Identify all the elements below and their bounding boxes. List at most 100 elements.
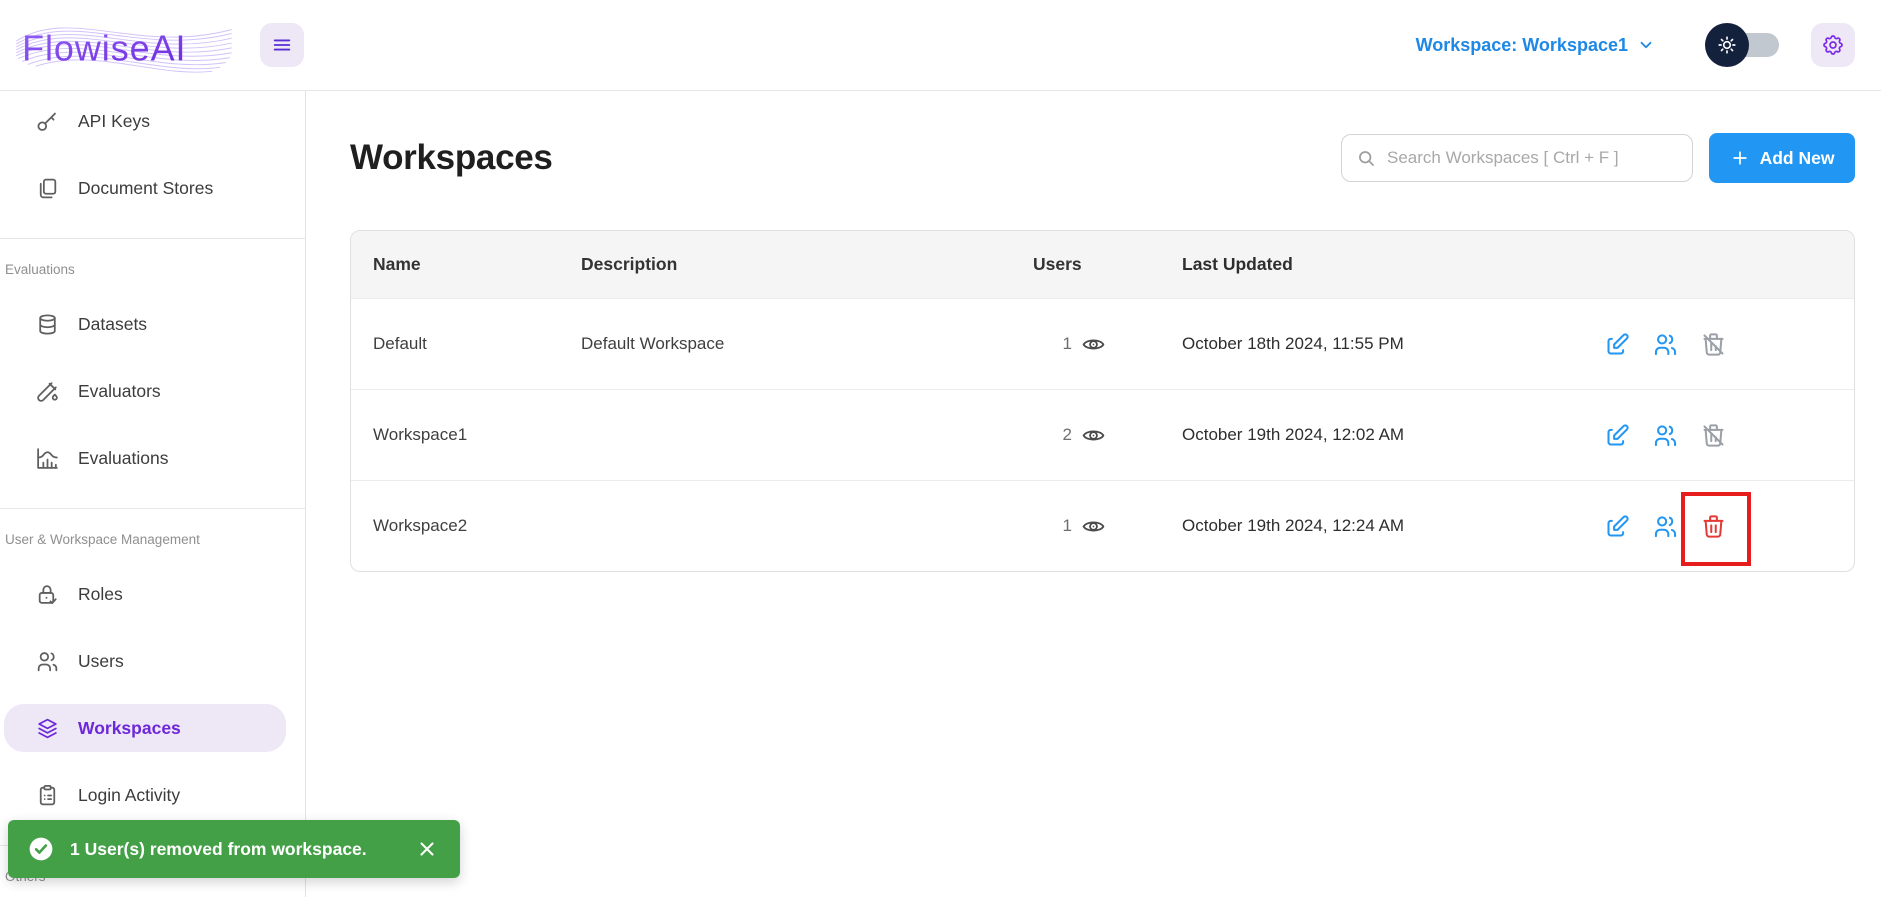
sidebar-item-login-activity[interactable]: Login Activity — [4, 771, 286, 819]
toast-close-button[interactable] — [416, 838, 438, 860]
delete-workspace-button-disabled — [1700, 331, 1727, 358]
table-row: Workspace2 1 October 19th 2024, 12:24 AM — [351, 480, 1854, 571]
cell-last-updated: October 19th 2024, 12:02 AM — [1106, 425, 1556, 445]
column-header-description: Description — [581, 254, 1033, 275]
hamburger-icon — [271, 34, 293, 56]
delete-workspace-button-highlighted[interactable] — [1700, 513, 1727, 540]
eye-icon — [1081, 514, 1106, 539]
delete-workspace-button-disabled — [1700, 422, 1727, 449]
view-users-button[interactable] — [1081, 423, 1106, 448]
chevron-down-icon — [1637, 36, 1655, 54]
manage-users-button[interactable] — [1652, 331, 1679, 358]
main-content: Workspaces Add New Name D — [306, 91, 1881, 897]
users-icon — [1652, 422, 1679, 449]
manage-users-button[interactable] — [1652, 513, 1679, 540]
success-toast: 1 User(s) removed from workspace. — [8, 820, 460, 878]
sidebar-item-label: Workspaces — [78, 718, 181, 739]
column-header-name: Name — [351, 254, 581, 275]
users-icon — [1652, 513, 1679, 540]
sidebar-item-label: Evaluators — [78, 381, 161, 402]
eye-icon — [1081, 423, 1106, 448]
add-new-button[interactable]: Add New — [1709, 133, 1855, 183]
sidebar-section-evaluations: Evaluations — [5, 262, 305, 277]
sidebar-item-label: Document Stores — [78, 178, 213, 199]
edit-workspace-button[interactable] — [1604, 331, 1631, 358]
sidebar-item-evaluations[interactable]: Evaluations — [4, 434, 286, 482]
key-icon — [35, 109, 60, 134]
check-circle-icon — [28, 836, 54, 862]
sidebar-divider — [0, 508, 305, 509]
sidebar-item-label: Login Activity — [78, 785, 180, 806]
plus-icon — [1730, 148, 1750, 168]
search-icon — [1356, 148, 1377, 169]
table-row: Workspace1 2 October 19th 2024, 12:02 AM — [351, 389, 1854, 480]
table-row: Default Default Workspace 1 October 18th… — [351, 298, 1854, 389]
view-users-button[interactable] — [1081, 332, 1106, 357]
cell-last-updated: October 18th 2024, 11:55 PM — [1106, 334, 1556, 354]
cell-name: Default — [351, 334, 581, 354]
workspace-selector-label: Workspace: Workspace1 — [1416, 35, 1628, 56]
trash-off-icon — [1700, 422, 1727, 449]
column-header-users: Users — [1033, 254, 1106, 275]
sidebar-item-label: Datasets — [78, 314, 147, 335]
workspaces-table: Name Description Users Last Updated Defa… — [350, 230, 1855, 572]
cell-last-updated: October 19th 2024, 12:24 AM — [1106, 516, 1556, 536]
sidebar-item-roles[interactable]: Roles — [4, 570, 286, 618]
toggle-thumb — [1705, 23, 1749, 67]
sidebar-toggle-button[interactable] — [260, 23, 304, 67]
top-app-bar: FlowiseAI Workspace: Workspace1 — [0, 0, 1881, 91]
lock-check-icon — [35, 582, 60, 607]
sidebar-item-label: Roles — [78, 584, 123, 605]
sidebar-nav: API Keys Document Stores Evaluations Dat… — [0, 91, 306, 897]
cell-description: Default Workspace — [581, 334, 1033, 354]
clipboard-icon — [35, 783, 60, 808]
edit-icon — [1604, 331, 1631, 358]
trash-off-icon — [1700, 331, 1727, 358]
eye-icon — [1081, 332, 1106, 357]
page-title: Workspaces — [350, 138, 553, 178]
gear-icon — [1821, 33, 1845, 57]
cell-name: Workspace2 — [351, 516, 581, 536]
cell-name: Workspace1 — [351, 425, 581, 445]
cell-users-count: 2 — [1063, 425, 1072, 445]
close-icon — [416, 838, 438, 860]
edit-workspace-button[interactable] — [1604, 513, 1631, 540]
add-new-label: Add New — [1760, 148, 1835, 169]
sidebar-item-label: Evaluations — [78, 448, 168, 469]
sidebar-section-user-workspace-management: User & Workspace Management — [5, 532, 305, 547]
manage-users-button[interactable] — [1652, 422, 1679, 449]
cell-users-count: 1 — [1063, 516, 1072, 536]
workspace-selector[interactable]: Workspace: Workspace1 — [1416, 35, 1655, 56]
view-users-button[interactable] — [1081, 514, 1106, 539]
edit-icon — [1604, 422, 1631, 449]
sidebar-divider — [0, 238, 305, 239]
settings-button[interactable] — [1811, 23, 1855, 67]
flowise-logo: FlowiseAI — [10, 12, 238, 78]
sidebar-item-label: API Keys — [78, 111, 150, 132]
edit-workspace-button[interactable] — [1604, 422, 1631, 449]
trash-icon — [1700, 513, 1727, 540]
users-icon — [1652, 331, 1679, 358]
table-header-row: Name Description Users Last Updated — [351, 231, 1854, 298]
sidebar-item-datasets[interactable]: Datasets — [4, 300, 286, 348]
sidebar-item-api-keys[interactable]: API Keys — [4, 97, 286, 145]
edit-icon — [1604, 513, 1631, 540]
sun-icon — [1716, 34, 1738, 56]
toast-message: 1 User(s) removed from workspace. — [70, 839, 367, 860]
cell-users-count: 1 — [1063, 334, 1072, 354]
sidebar-item-users[interactable]: Users — [4, 637, 286, 685]
test-pipe-icon — [35, 379, 60, 404]
sidebar-item-workspaces[interactable]: Workspaces — [4, 704, 286, 752]
database-icon — [35, 312, 60, 337]
sidebar-item-label: Users — [78, 651, 124, 672]
users-icon — [35, 649, 60, 674]
sidebar-item-evaluators[interactable]: Evaluators — [4, 367, 286, 415]
dark-mode-toggle[interactable] — [1705, 23, 1781, 67]
logo-text: FlowiseAI — [22, 28, 186, 69]
search-input[interactable] — [1387, 148, 1678, 168]
column-header-last-updated: Last Updated — [1106, 254, 1556, 275]
sidebar-item-document-stores[interactable]: Document Stores — [4, 164, 286, 212]
documents-icon — [35, 176, 60, 201]
chart-histogram-icon — [35, 446, 60, 471]
search-box[interactable] — [1341, 134, 1693, 182]
